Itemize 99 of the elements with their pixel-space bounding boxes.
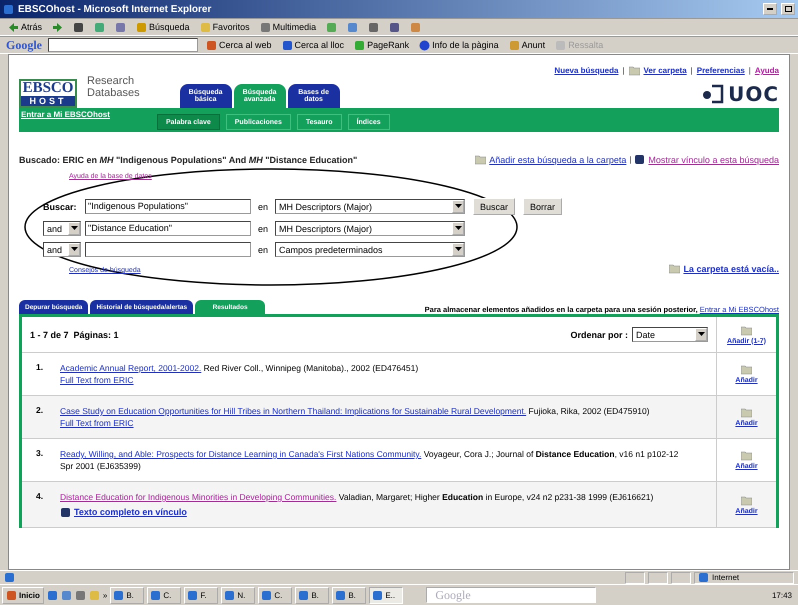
- logo-caption: Databases: [87, 86, 140, 98]
- separator: |: [748, 66, 751, 75]
- field-select[interactable]: Campos predeterminados: [275, 242, 465, 257]
- in-label: en: [256, 244, 269, 254]
- site-button[interactable]: Cerca al lloc: [280, 40, 346, 50]
- task-button[interactable]: N.: [221, 586, 256, 604]
- search-label: Buscar:: [43, 202, 78, 212]
- back-button[interactable]: Atrás: [6, 22, 44, 32]
- result-title-link[interactable]: Distance Education for Indigenous Minorities in Developing Communities.: [60, 492, 336, 502]
- popup-button[interactable]: Anunt: [506, 40, 548, 50]
- folder-icon: [741, 364, 752, 375]
- separator: |: [690, 66, 693, 75]
- search-field[interactable]: [85, 242, 251, 257]
- logo-text: EBSCO: [22, 81, 74, 96]
- search-summary: Buscado: ERIC en MH "Indigenous Populations" And MH "Distance Education": [19, 154, 358, 164]
- caret-icon: [454, 226, 462, 231]
- separator: |: [622, 66, 625, 75]
- field-value: Campos predeterminados: [279, 244, 383, 254]
- operator-select[interactable]: and: [43, 242, 81, 257]
- info-button[interactable]: Info de la pàgina: [417, 40, 501, 50]
- google-logo: Google: [6, 38, 42, 52]
- result-citation: Case Study on Education Opportunities for Hill Tribes in Northern Thailand: Implications for Sustainable Rural Development. Fujioka, Rika, 2002 (ED475910): [60, 405, 650, 417]
- task-button[interactable]: B.: [332, 586, 366, 604]
- result-title-link[interactable]: Case Study on Education Opportunities for Hill Tribes in Northern Thailand: Implications for Sustainable Rural Development.: [60, 406, 526, 416]
- brand-icon: [702, 84, 724, 104]
- add-search-link[interactable]: Añadir esta búsqueda a la carpeta: [489, 154, 626, 164]
- folder-icon: [741, 494, 752, 506]
- result-number: 2.: [35, 405, 44, 415]
- search-field[interactable]: "Distance Education": [85, 221, 251, 236]
- forward-icon: [52, 22, 64, 32]
- caret-icon: [698, 332, 704, 337]
- task-button[interactable]: C.: [147, 586, 182, 604]
- caret-icon: [70, 226, 78, 231]
- header-link[interactable]: Ver carpeta: [644, 66, 687, 75]
- folder-icon: [669, 263, 680, 274]
- pagerank-button[interactable]: PageRank: [352, 40, 412, 50]
- fulltext-link[interactable]: Full Text from ERIC: [60, 418, 134, 428]
- field-value: MH Descriptors (Major): [279, 224, 372, 234]
- operator-value: and: [47, 224, 62, 234]
- sort-label: Ordenar por :: [570, 330, 628, 340]
- result-number: 1.: [35, 362, 44, 372]
- search-button[interactable]: Búsqueda: [134, 22, 192, 32]
- caret-icon: [454, 247, 462, 252]
- caret-icon: [70, 247, 78, 252]
- result-citation: Academic Annual Report, 2001-2002. Red River Coll., Winnipeg (Manitoba)., 2002 (ED476451): [60, 362, 418, 374]
- zone-label: Internet: [712, 573, 740, 582]
- results-summary: 1 - 7 de 7 Páginas: 1: [30, 330, 119, 340]
- sort-value: Date: [636, 330, 656, 340]
- fulltext-link[interactable]: Texto completo en vínculo: [74, 506, 187, 518]
- clear-button[interactable]: Borrar: [523, 198, 562, 215]
- clock: 17:43: [770, 590, 793, 600]
- operator-select[interactable]: and: [43, 221, 81, 236]
- folder-icon: [741, 407, 752, 418]
- folder-status-link[interactable]: La carpeta está vacía..: [683, 264, 779, 274]
- folder-icon: [475, 154, 486, 165]
- window-title: EBSCOhost - Microsoft Internet Explorer: [18, 4, 212, 14]
- sort-select[interactable]: Date: [632, 327, 708, 342]
- field-select[interactable]: MH Descriptors (Major): [275, 199, 465, 214]
- result-number: 4.: [35, 491, 44, 501]
- web-button[interactable]: Cerca al web: [204, 40, 274, 50]
- search-button[interactable]: Buscar: [473, 198, 516, 215]
- separator: |: [629, 155, 632, 164]
- task-button[interactable]: C.: [258, 586, 292, 604]
- in-label: en: [256, 224, 269, 234]
- start-button[interactable]: Inicio: [2, 586, 44, 604]
- result-citation: Distance Education for Indigenous Minorities in Developing Communities. Valadian, Margaret; Higher Education in Europe, v24 n2 p231-38 1999 (EJ616621): [60, 491, 654, 503]
- more-label: »: [102, 590, 108, 600]
- task-button[interactable]: B.: [110, 586, 144, 604]
- minimize-button[interactable]: [763, 3, 777, 15]
- caret-icon: [454, 204, 462, 209]
- logo-text: HOST: [21, 96, 75, 106]
- task-button[interactable]: E..: [369, 586, 404, 604]
- field-value: MH Descriptors (Major): [279, 202, 372, 212]
- folder-icon: [741, 324, 752, 336]
- task-button[interactable]: F.: [184, 586, 218, 604]
- result-citation: Ready, Willing, and Able: Prospects for Distance Learning in Canada's First Nations Community. Voyageur, Cora J.; Journal of Distance Education, v16 n1 p102-12 Spr 2001 (EJ635399): [60, 448, 680, 472]
- in-label: en: [256, 202, 269, 212]
- header-link[interactable]: Preferencias: [696, 66, 745, 75]
- result-number: 3.: [35, 448, 44, 458]
- result-title-link[interactable]: Ready, Willing, and Able: Prospects for Distance Learning in Canada's First Nations Community.: [60, 449, 422, 459]
- maximize-icon: [784, 6, 792, 12]
- folder-icon: [741, 450, 752, 461]
- back-icon: [8, 22, 19, 32]
- task-button[interactable]: B.: [295, 586, 330, 604]
- result-title-link[interactable]: Academic Annual Report, 2001-2002.: [60, 363, 202, 373]
- brand-logo: UOC: [728, 82, 779, 106]
- fulltext-link[interactable]: Full Text from ERIC: [60, 375, 134, 385]
- minimize-icon: [767, 8, 773, 10]
- logo-caption: Research: [87, 74, 136, 86]
- search-field[interactable]: [48, 38, 198, 52]
- search-field[interactable]: "Indigenous Populations": [85, 199, 251, 214]
- show-link[interactable]: Mostrar vínculo a esta búsqueda: [648, 154, 779, 164]
- maximize-button[interactable]: [781, 3, 795, 15]
- favorites-button[interactable]: Favoritos: [198, 22, 252, 32]
- operator-value: and: [47, 244, 62, 254]
- header-link[interactable]: Nueva búsqueda: [554, 66, 618, 75]
- media-button[interactable]: Multimedia: [258, 22, 318, 32]
- field-select[interactable]: MH Descriptors (Major): [275, 221, 465, 236]
- header-link[interactable]: Ayuda: [754, 66, 779, 75]
